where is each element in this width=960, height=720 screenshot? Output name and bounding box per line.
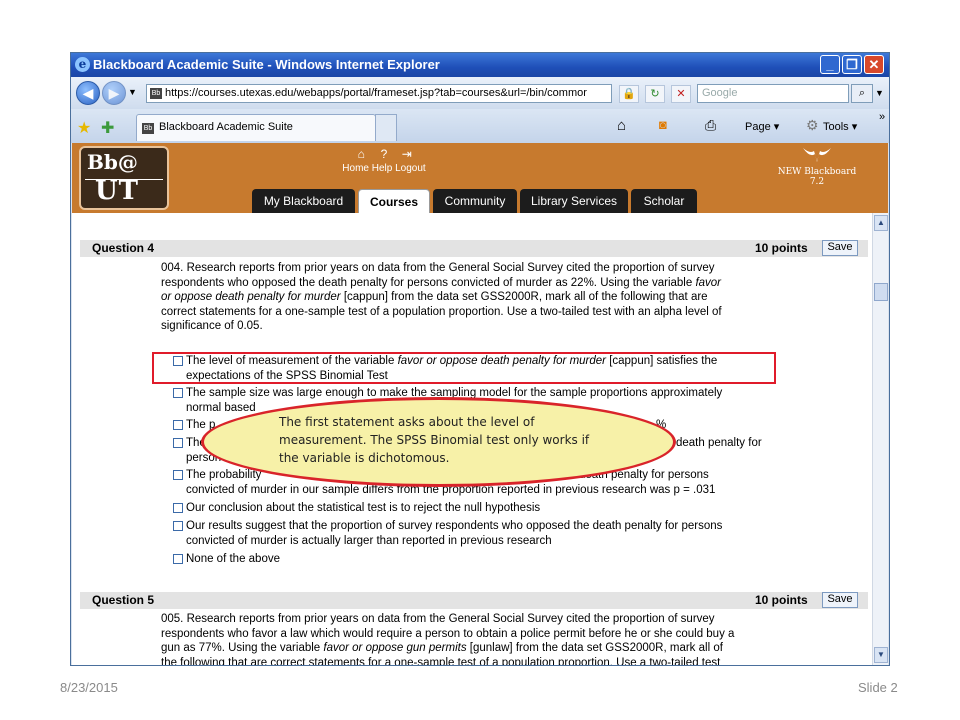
- maximize-button[interactable]: ❐: [842, 55, 862, 74]
- minimize-button[interactable]: _: [820, 55, 840, 74]
- tools-menu[interactable]: Tools ▾: [823, 120, 857, 133]
- q4-line: respondents who opposed the death penalt…: [161, 276, 722, 289]
- scroll-up-icon[interactable]: ▲: [874, 215, 888, 231]
- answer-checkbox[interactable]: [173, 554, 183, 564]
- answer-checkbox[interactable]: [173, 521, 183, 531]
- question-5-points: 10 points: [755, 593, 808, 607]
- browser-tab[interactable]: Bb Blackboard Academic Suite: [136, 114, 376, 141]
- option-line: Our results suggest that the proportion …: [186, 520, 723, 532]
- address-bar-row: ◀ ▶ ▼ Bb https://courses.utexas.edu/weba…: [71, 77, 889, 109]
- question-5-title: Question 5: [92, 593, 155, 607]
- scroll-down-icon[interactable]: ▼: [874, 647, 888, 663]
- back-button[interactable]: ◀: [76, 81, 100, 105]
- question-5-header: Question 5 10 points Save: [80, 592, 868, 609]
- logo-text-top: Bb@: [87, 150, 138, 174]
- answer-option: Our results suggest that the proportion …: [173, 519, 836, 548]
- search-options-icon[interactable]: ▼: [875, 88, 884, 98]
- title-bar: e Blackboard Academic Suite - Windows In…: [71, 53, 889, 77]
- ie-logo-icon: e: [75, 57, 90, 72]
- q4-line: correct statements for a one-sample test…: [161, 305, 722, 318]
- slide-number: Slide 2: [858, 680, 898, 695]
- top-nav: ⌂ ? ⇥ Home Help Logout: [334, 147, 434, 187]
- blackboard-header: Bb@ UT ⌂ ? ⇥ Home Help Logout NEW Blackb…: [72, 143, 888, 213]
- close-button[interactable]: ✕: [864, 55, 884, 74]
- tab-scholar[interactable]: Scholar: [631, 189, 697, 213]
- lock-icon[interactable]: 🔒: [619, 85, 639, 103]
- forward-button[interactable]: ▶: [102, 81, 126, 105]
- tab-courses[interactable]: Courses: [358, 189, 430, 213]
- answer-checkbox[interactable]: [173, 503, 183, 513]
- tab-row: ★ ✚ Bb Blackboard Academic Suite ⌂ ◙ ⎙ P…: [71, 109, 889, 143]
- tab-community[interactable]: Community: [433, 189, 517, 213]
- home-nav-icon[interactable]: ⌂: [354, 147, 368, 161]
- question-4-save-button[interactable]: Save: [822, 240, 858, 256]
- slide-date: 8/23/2015: [60, 680, 118, 695]
- stop-icon[interactable]: ✕: [671, 85, 691, 103]
- question-5-text: 005. Research reports from prior years o…: [161, 612, 783, 665]
- question-5-save-button[interactable]: Save: [822, 592, 858, 608]
- question-4-title: Question 4: [92, 241, 155, 255]
- vertical-scrollbar[interactable]: ▲ ▼: [872, 213, 888, 665]
- search-input[interactable]: Google: [697, 84, 849, 103]
- history-dropdown-icon[interactable]: ▼: [128, 87, 137, 97]
- home-icon[interactable]: ⌂: [617, 117, 626, 134]
- address-text: https://courses.utexas.edu/webapps/porta…: [165, 87, 587, 99]
- q5-line: 005. Research reports from prior years o…: [161, 613, 715, 625]
- search-icon[interactable]: ⌕: [851, 84, 873, 103]
- tab-favicon-icon: Bb: [142, 123, 154, 134]
- option-line: Our conclusion about the statistical tes…: [186, 502, 541, 514]
- address-input[interactable]: Bb https://courses.utexas.edu/webapps/po…: [146, 84, 612, 103]
- brand-line-2: 7.2: [809, 177, 825, 187]
- answer-checkbox[interactable]: [173, 438, 183, 448]
- longhorn-icon: [803, 148, 831, 162]
- brand-line-1: NEW Blackboard: [777, 167, 857, 177]
- question-4-text: 004. Research reports from prior years o…: [161, 261, 781, 334]
- question-4-points: 10 points: [755, 241, 808, 255]
- answer-checkbox[interactable]: [173, 420, 183, 430]
- q5-line: gun as 77%. Using the variable favor or …: [161, 642, 723, 654]
- callout-text: The first statement asks about the level…: [279, 415, 590, 465]
- highlight-box: [152, 352, 776, 384]
- tab-my-blackboard[interactable]: My Blackboard: [252, 189, 355, 213]
- question-4-header: Question 4 10 points Save: [80, 240, 868, 257]
- answer-checkbox[interactable]: [173, 470, 183, 480]
- window-title: Blackboard Academic Suite - Windows Inte…: [93, 57, 440, 72]
- answer-option: Our conclusion about the statistical tes…: [173, 501, 836, 516]
- add-favorites-icon[interactable]: ✚: [101, 118, 114, 138]
- logo-text-bottom: UT: [95, 176, 140, 206]
- q4-line: significance of 0.05.: [161, 320, 263, 332]
- scroll-thumb[interactable]: [874, 283, 888, 301]
- new-tab-button[interactable]: [375, 114, 397, 141]
- print-icon[interactable]: ⎙: [705, 117, 716, 134]
- more-commands-button[interactable]: »: [879, 111, 885, 123]
- feeds-icon[interactable]: ◙: [659, 117, 667, 132]
- favorites-star-icon[interactable]: ★: [77, 118, 91, 138]
- help-link[interactable]: Help: [372, 163, 393, 174]
- tools-gear-icon: ⚙: [806, 117, 819, 133]
- logout-link[interactable]: Logout: [395, 163, 426, 174]
- answer-checkbox[interactable]: [173, 388, 183, 398]
- answer-option: None of the above: [173, 552, 836, 567]
- page-menu[interactable]: Page ▾: [745, 120, 779, 133]
- q5-line: respondents who favor a law which would …: [161, 627, 735, 640]
- help-nav-icon[interactable]: ?: [377, 147, 391, 161]
- q5-line: the following that are correct statement…: [161, 656, 721, 666]
- bb-ut-logo[interactable]: Bb@ UT: [79, 146, 169, 210]
- logout-nav-icon[interactable]: ⇥: [400, 147, 414, 161]
- option-line: None of the above: [186, 553, 280, 565]
- q4-line: 004. Research reports from prior years o…: [161, 262, 715, 274]
- bb-favicon-icon: Bb: [150, 88, 162, 99]
- option-line: convicted of murder is actually larger t…: [186, 534, 552, 547]
- new-blackboard-badge: NEW Blackboard 7.2: [762, 145, 872, 195]
- refresh-icon[interactable]: ↻: [645, 85, 665, 103]
- tab-label: Blackboard Academic Suite: [159, 121, 293, 133]
- tab-library-services[interactable]: Library Services: [520, 189, 628, 213]
- home-link[interactable]: Home: [342, 163, 369, 174]
- q4-line: or oppose death penalty for murder [capp…: [161, 291, 708, 303]
